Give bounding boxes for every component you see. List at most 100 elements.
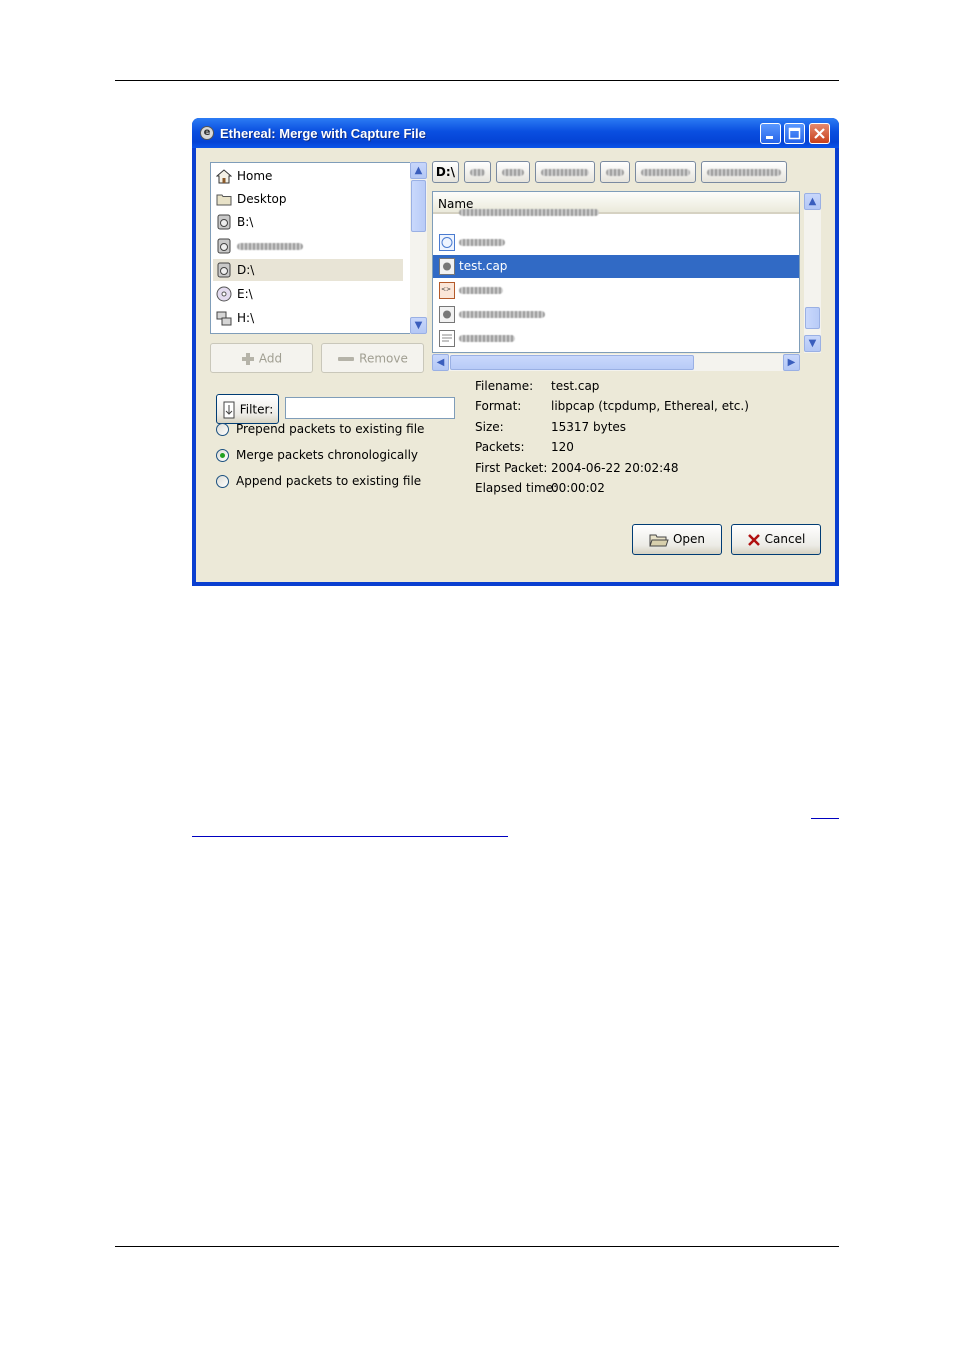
file-list[interactable]: Name test.cap <>	[432, 191, 800, 353]
path-button-d[interactable]: D:\	[432, 161, 459, 183]
dialog-client-area: Home Desktop B:\ D:\ E:\ H:\ ▲ ▼ Add Rem…	[196, 148, 835, 582]
html-file-icon: <>	[439, 282, 455, 299]
scroll-thumb[interactable]	[450, 355, 694, 370]
scroll-thumb[interactable]	[411, 180, 426, 232]
place-item-obscured-drive[interactable]	[213, 235, 403, 257]
file-row[interactable]	[433, 327, 799, 350]
path-button[interactable]	[635, 161, 696, 183]
open-button[interactable]: Open	[632, 524, 722, 555]
place-item-home[interactable]: Home	[213, 165, 403, 187]
minimize-icon[interactable]	[760, 123, 781, 144]
places-list[interactable]: Home Desktop B:\ D:\ E:\ H:\	[210, 162, 427, 334]
info-key-first-packet: First Packet:	[475, 461, 548, 475]
close-icon[interactable]	[809, 123, 830, 144]
network-drive-icon	[216, 311, 232, 326]
plus-icon	[241, 352, 254, 365]
file-row[interactable]	[433, 303, 799, 326]
remove-button[interactable]: Remove	[321, 343, 424, 373]
title-bar[interactable]: e Ethereal: Merge with Capture File	[192, 118, 839, 148]
file-row[interactable]: <>	[433, 279, 799, 302]
obscured-label	[541, 169, 589, 176]
file-list-scrollbar[interactable]: ▲ ▼	[804, 193, 821, 353]
open-label: Open	[672, 532, 706, 546]
link-fragment-right[interactable]	[811, 818, 839, 819]
place-item-b-drive[interactable]: B:\	[213, 211, 403, 233]
file-row[interactable]	[433, 207, 799, 220]
scroll-left-icon[interactable]: ◀	[432, 354, 449, 371]
place-item-e-drive[interactable]: E:\	[213, 283, 403, 305]
ethereal-app-icon: e	[200, 126, 214, 140]
place-label: Desktop	[237, 192, 287, 206]
place-item-d-drive[interactable]: D:\	[213, 259, 403, 281]
place-label: B:\	[237, 215, 254, 229]
radio-button[interactable]	[216, 423, 229, 436]
radio-button[interactable]	[216, 475, 229, 488]
radio-label: Append packets to existing file	[236, 474, 422, 488]
folder-icon	[216, 194, 232, 206]
info-key-elapsed-time: Elapsed time:	[475, 481, 558, 495]
path-button[interactable]	[496, 161, 530, 183]
info-value-filename: test.cap	[551, 379, 600, 393]
scroll-up-icon[interactable]: ▲	[410, 162, 427, 179]
scroll-right-icon[interactable]: ▶	[783, 354, 800, 371]
cancel-button[interactable]: Cancel	[731, 524, 821, 555]
cancel-x-icon	[747, 533, 760, 546]
obscured-label	[707, 169, 781, 176]
scroll-down-icon[interactable]: ▼	[410, 317, 427, 334]
scroll-up-icon[interactable]: ▲	[804, 193, 821, 210]
cd-icon	[216, 286, 232, 302]
obscured-label	[459, 335, 515, 342]
obscured-label	[459, 311, 545, 318]
filter-button[interactable]: Filter:	[216, 394, 279, 424]
place-label: E:\	[237, 287, 253, 301]
filter-input[interactable]	[285, 397, 455, 419]
place-item-desktop[interactable]: Desktop	[213, 188, 403, 210]
file-list-hscrollbar[interactable]: ◀ ▶	[432, 354, 800, 371]
radio-prepend[interactable]: Prepend packets to existing file	[216, 421, 436, 439]
obscured-label	[237, 243, 303, 250]
merge-dialog: e Ethereal: Merge with Capture File Home…	[192, 118, 839, 586]
info-key-packets: Packets:	[475, 440, 525, 454]
info-key-size: Size:	[475, 420, 504, 434]
link-underline[interactable]	[192, 836, 508, 837]
place-label: D:\	[237, 263, 255, 277]
minus-icon	[338, 356, 355, 361]
radio-merge-chronologically[interactable]: Merge packets chronologically	[216, 447, 436, 465]
radio-label: Prepend packets to existing file	[236, 422, 425, 436]
place-label: Home	[237, 169, 273, 183]
places-scrollbar[interactable]: ▲ ▼	[410, 162, 427, 334]
path-button[interactable]	[535, 161, 595, 183]
path-button[interactable]	[600, 161, 630, 183]
obscured-label	[470, 169, 485, 176]
file-row[interactable]	[433, 231, 799, 254]
info-key-filename: Filename:	[475, 379, 534, 393]
capture-file-icon	[439, 258, 455, 275]
scroll-thumb[interactable]	[805, 307, 820, 329]
drive-icon	[217, 214, 231, 230]
home-icon	[216, 169, 232, 184]
info-key-format: Format:	[475, 399, 522, 413]
remove-label: Remove	[359, 351, 408, 366]
radio-button-checked[interactable]	[216, 449, 229, 462]
filter-label: Filter:	[239, 402, 274, 417]
radio-append[interactable]: Append packets to existing file	[216, 473, 436, 491]
capture-file-icon	[439, 306, 455, 323]
obscured-label	[459, 239, 505, 246]
add-button[interactable]: Add	[210, 343, 313, 373]
info-value-packets: 120	[551, 440, 574, 454]
info-value-elapsed-time: 00:00:02	[551, 481, 605, 495]
path-button[interactable]	[701, 161, 787, 183]
drive-icon	[217, 262, 231, 278]
info-value-format: libpcap (tcpdump, Ethereal, etc.)	[551, 399, 749, 413]
maximize-icon[interactable]	[784, 123, 805, 144]
file-row-test-cap[interactable]: test.cap	[433, 255, 799, 278]
page-footer-rule	[115, 1246, 839, 1247]
open-folder-icon	[649, 534, 669, 546]
place-item-h-drive[interactable]: H:\	[213, 307, 403, 329]
add-label: Add	[258, 351, 283, 366]
scroll-down-icon[interactable]: ▼	[804, 335, 821, 352]
cancel-label: Cancel	[764, 532, 806, 546]
path-button[interactable]	[464, 161, 491, 183]
place-label: H:\	[237, 311, 255, 325]
info-file-icon	[439, 234, 455, 251]
